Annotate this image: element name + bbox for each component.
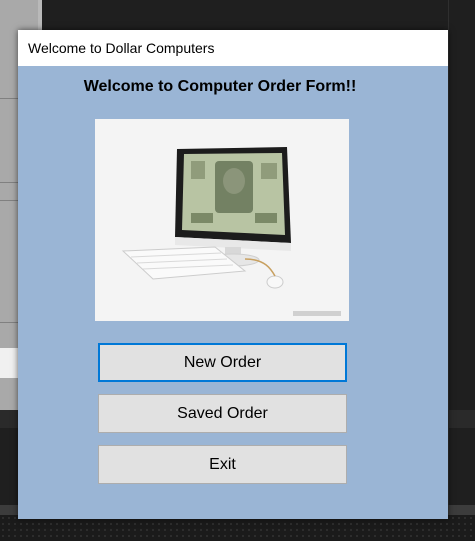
saved-order-button[interactable]: Saved Order [98, 394, 347, 433]
computer-illustration [95, 119, 349, 321]
welcome-window: Welcome to Dollar Computers Welcome to C… [18, 30, 448, 519]
computer-image [95, 119, 349, 321]
exit-button[interactable]: Exit [98, 445, 347, 484]
new-order-button[interactable]: New Order [98, 343, 347, 382]
window-titlebar[interactable]: Welcome to Dollar Computers [18, 30, 448, 66]
window-title: Welcome to Dollar Computers [28, 40, 215, 56]
divider [448, 0, 449, 541]
page-title: Welcome to Computer Order Form!! [83, 78, 357, 95]
